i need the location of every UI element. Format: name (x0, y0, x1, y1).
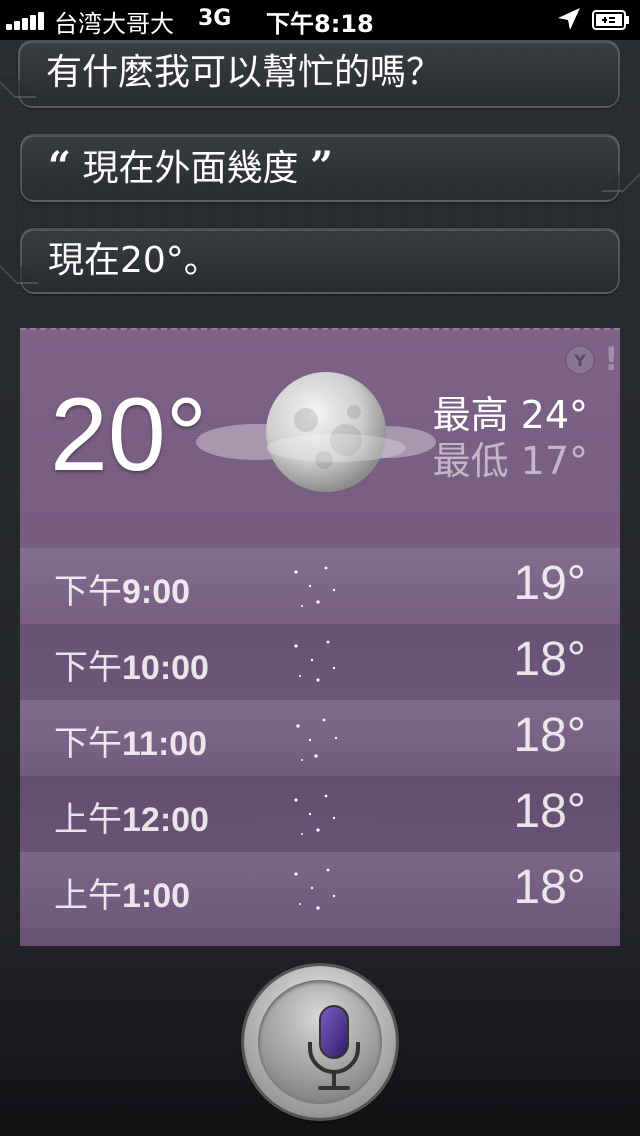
clear-night-stars-icon (294, 566, 336, 607)
status-bar: 台湾大哥大 3G 下午8:18 (0, 0, 640, 40)
siri-answer-text: 現在20°。 (48, 240, 220, 281)
hourly-forecast-list: 下午9:00 19° 下午10:00 18° 下午11:00 18° 上午12:… (20, 548, 620, 928)
current-temperature: 20° (50, 377, 208, 493)
svg-text:!: ! (604, 340, 614, 376)
bubble-tail (601, 170, 640, 192)
hourly-time: 上午1:00 (54, 877, 191, 915)
hourly-time: 上午12:00 (54, 801, 209, 839)
hourly-temp: 18° (513, 785, 586, 838)
siri-mic-button[interactable] (244, 966, 396, 1118)
hourly-row: 上午12:00 18° (20, 776, 620, 852)
clear-night-stars-icon (294, 794, 336, 835)
hourly-row: 下午10:00 18° (20, 624, 620, 700)
bubble-tail (0, 262, 39, 284)
user-query-bubble[interactable]: “ 現在外面幾度 ” (20, 134, 640, 202)
moon-cloud-icon (196, 372, 436, 492)
svg-text:Y: Y (573, 351, 586, 370)
hourly-row: 下午9:00 19° (20, 548, 620, 624)
low-temperature: 最低 17° (432, 439, 588, 483)
battery-charging-icon (592, 10, 629, 30)
location-arrow-icon (558, 8, 580, 30)
siri-prompt-text: 有什麼我可以幫忙的嗎？ (46, 52, 443, 93)
user-query-text: 現在外面幾度 (82, 148, 299, 189)
hourly-temp: 18° (513, 709, 586, 762)
hourly-temp: 19° (513, 557, 586, 610)
hourly-time: 下午10:00 (54, 649, 209, 687)
hourly-temp: 18° (513, 633, 586, 686)
clear-night-stars-icon (296, 718, 338, 761)
siri-answer-bubble: 現在20°。 (0, 228, 620, 294)
weather-card[interactable]: Y ! 20° 最高 24° 最低 17° 下午9:00 (20, 328, 620, 950)
open-quote: “ (48, 143, 72, 190)
hourly-row: 上午1:00 18° (20, 852, 620, 928)
carrier-name: 台湾大哥大 (54, 10, 174, 38)
clear-night-stars-icon (294, 868, 336, 910)
high-low-temps: 最高 24° 最低 17° (433, 392, 588, 484)
microphone-icon (308, 1005, 360, 1090)
yahoo-logo-icon[interactable]: Y ! (556, 340, 614, 376)
status-time: 下午8:18 (266, 10, 374, 38)
network-type: 3G (198, 6, 232, 31)
hourly-row: 下午11:00 18° (20, 700, 620, 776)
close-quote: ” (309, 143, 333, 190)
hourly-time: 下午9:00 (54, 573, 191, 611)
hourly-temp: 18° (513, 861, 586, 914)
siri-prompt-bubble: 有什麼我可以幫忙的嗎？ (0, 40, 620, 108)
hourly-time: 下午11:00 (54, 725, 208, 763)
signal-strength-icon (6, 10, 46, 30)
clear-night-stars-icon (294, 640, 336, 682)
bubble-tail (0, 76, 37, 98)
high-temperature: 最高 24° (432, 393, 588, 437)
mic-button-inner (258, 980, 382, 1104)
